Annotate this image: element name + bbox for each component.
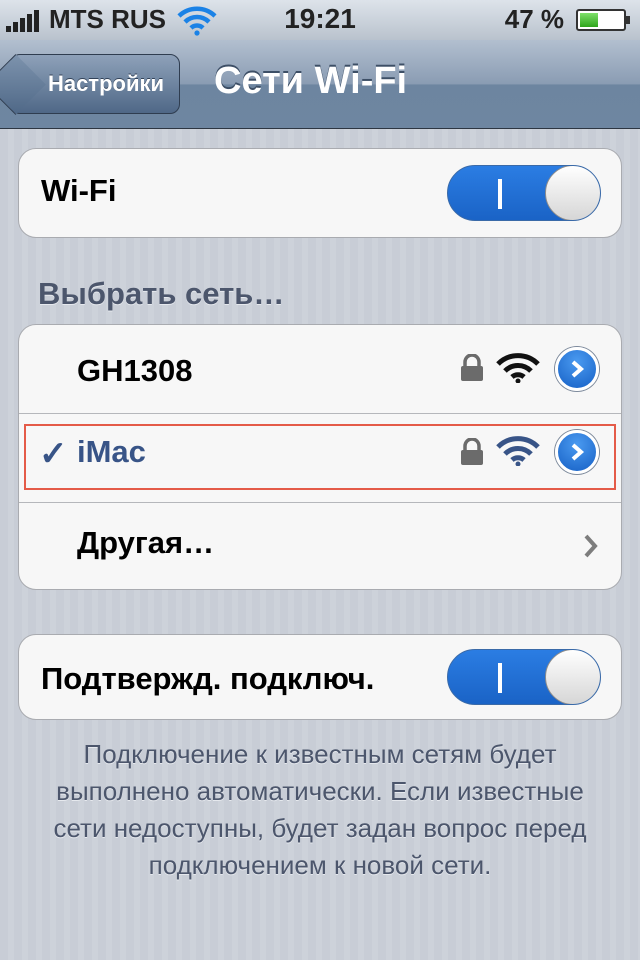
- network-row-gh1308[interactable]: GH1308: [19, 325, 621, 414]
- wifi-label: Wi-Fi: [41, 173, 117, 208]
- wifi-row: Wi-Fi: [19, 149, 621, 237]
- back-arrow-icon: [0, 54, 46, 115]
- toggle-knob[interactable]: [545, 166, 600, 220]
- network-detail-button[interactable]: [555, 347, 599, 391]
- ask-join-description: Подключение к известным сетям будет выпо…: [53, 739, 587, 880]
- ask-join-label: Подтвержд. подключ.: [41, 661, 375, 696]
- toggle-knob[interactable]: [545, 650, 600, 704]
- network-detail-button[interactable]: [555, 430, 599, 474]
- wifi-signal-icon: [496, 436, 540, 466]
- battery-fill: [580, 13, 598, 27]
- navigation-bar: Настройки Сети Wi-Fi: [0, 40, 640, 129]
- chevron-right-icon: [571, 443, 585, 461]
- lock-icon: [461, 438, 483, 465]
- toggle-on-mark: [498, 663, 502, 693]
- lock-icon: [461, 354, 483, 381]
- battery-percent: 47 %: [504, 4, 564, 34]
- networks-section-header: Выбрать сеть…: [38, 276, 285, 311]
- ask-join-group: Подтвержд. подключ.: [18, 634, 622, 720]
- checkmark-icon: ✓: [39, 435, 68, 473]
- status-bar: MTS RUS 19:21 47 %: [0, 0, 640, 40]
- network-row-other[interactable]: Другая…: [19, 503, 621, 589]
- ask-join-toggle[interactable]: [447, 649, 601, 705]
- other-network-label: Другая…: [77, 525, 215, 560]
- wifi-toggle[interactable]: [447, 165, 601, 221]
- toggle-on-mark: [498, 179, 502, 209]
- wifi-group: Wi-Fi: [18, 148, 622, 238]
- back-button-label: Настройки: [47, 71, 165, 96]
- network-name: GH1308: [77, 353, 193, 388]
- chevron-right-icon: [584, 534, 598, 558]
- network-name-selected: iMac: [77, 434, 146, 469]
- wifi-signal-icon: [496, 353, 540, 383]
- battery-icon: [576, 9, 630, 31]
- network-row-imac[interactable]: ✓ iMac: [19, 414, 621, 503]
- page-title: Сети Wi-Fi: [214, 60, 408, 102]
- ask-join-row: Подтвержд. подключ.: [19, 635, 621, 719]
- networks-group: GH1308 ✓ iMac Другая…: [18, 324, 622, 590]
- back-button-settings[interactable]: Настройки: [0, 54, 180, 115]
- chevron-right-icon: [571, 360, 585, 378]
